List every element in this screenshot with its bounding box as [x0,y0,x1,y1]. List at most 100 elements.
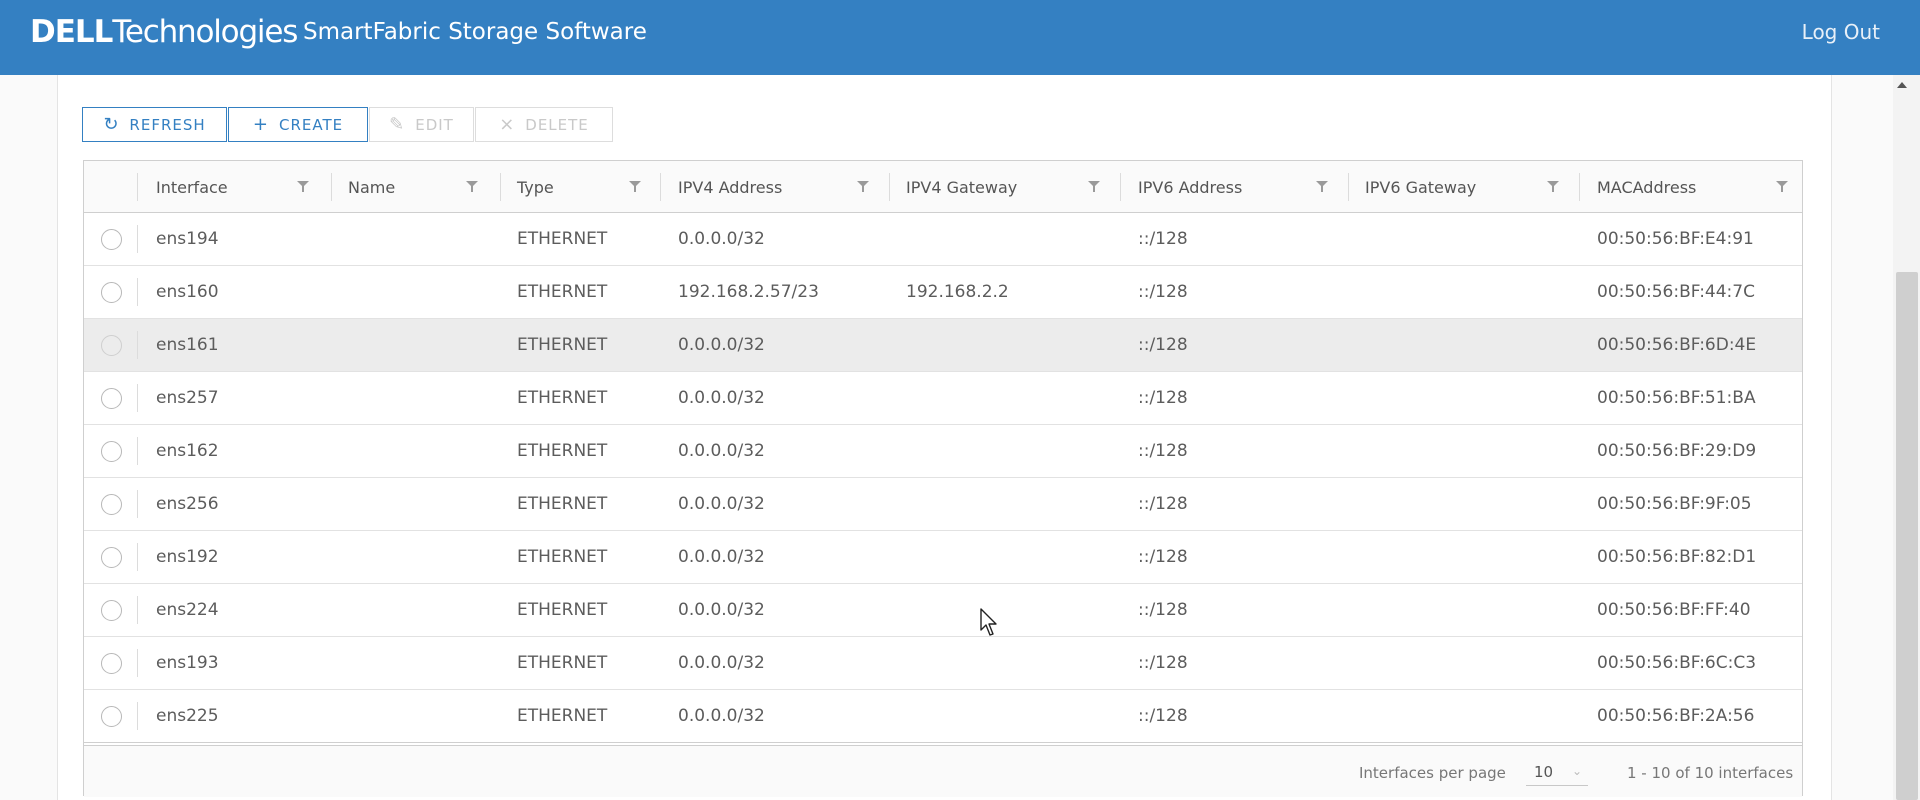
refresh-button[interactable]: ↻ REFRESH [82,107,227,142]
column-header-ipv4-gateway[interactable]: IPV4 Gateway [906,161,1017,213]
row-separator [137,437,138,465]
cell-ipv4-address: 0.0.0.0/32 [678,600,765,620]
per-page-select[interactable]: 10 ⌄ [1526,758,1588,786]
table-row[interactable]: ens256 ETHERNET 0.0.0.0/32 ::/128 00:50:… [84,478,1802,531]
row-select-radio[interactable] [101,706,122,727]
cell-ipv4-address: 0.0.0.0/32 [678,335,765,355]
column-separator[interactable] [331,173,332,201]
cell-type: ETHERNET [517,388,608,408]
cell-interface: ens194 [156,229,219,249]
cell-ipv4-address: 0.0.0.0/32 [678,441,765,461]
column-header-mac-address[interactable]: MACAddress [1597,161,1696,213]
row-select-radio[interactable] [101,600,122,621]
column-header-ipv6-gateway[interactable]: IPV6 Gateway [1365,161,1476,213]
cell-ipv4-address: 0.0.0.0/32 [678,229,765,249]
column-header-ipv6-address[interactable]: IPV6 Address [1138,161,1242,213]
filter-icon[interactable] [465,180,479,194]
filter-icon[interactable] [1087,180,1101,194]
edit-button[interactable]: ✎ EDIT [369,107,474,142]
cell-type: ETHERNET [517,547,608,567]
column-header-type[interactable]: Type [517,161,554,213]
cell-mac-address: 00:50:56:BF:6C:C3 [1597,653,1757,673]
cell-ipv6-address: ::/128 [1138,706,1188,726]
row-select-radio[interactable] [101,229,122,250]
table-row[interactable]: ens192 ETHERNET 0.0.0.0/32 ::/128 00:50:… [84,531,1802,584]
cell-interface: ens224 [156,600,219,620]
table-footer: Interfaces per page 10 ⌄ 1 - 10 of 10 in… [84,745,1802,797]
table-row[interactable]: ens161 ETHERNET 0.0.0.0/32 ::/128 00:50:… [84,319,1802,372]
table-row[interactable]: ens162 ETHERNET 0.0.0.0/32 ::/128 00:50:… [84,425,1802,478]
cell-ipv4-address: 0.0.0.0/32 [678,388,765,408]
column-header-ipv4-address[interactable]: IPV4 Address [678,161,782,213]
row-select-radio[interactable] [101,547,122,568]
filter-icon[interactable] [628,180,642,194]
cell-interface: ens257 [156,388,219,408]
cell-type: ETHERNET [517,441,608,461]
column-separator[interactable] [1579,173,1580,201]
chevron-down-icon: ⌄ [1571,764,1582,778]
column-separator[interactable] [660,173,661,201]
cell-ipv6-address: ::/128 [1138,388,1188,408]
table-header: Interface Name Type IPV4 Address IPV4 Ga… [84,161,1802,213]
table-row[interactable]: ens193 ETHERNET 0.0.0.0/32 ::/128 00:50:… [84,637,1802,690]
cell-type: ETHERNET [517,335,608,355]
refresh-icon: ↻ [103,113,120,135]
table-row[interactable]: ens194 ETHERNET 0.0.0.0/32 ::/128 00:50:… [84,213,1802,266]
cell-ipv6-address: ::/128 [1138,653,1188,673]
cell-type: ETHERNET [517,653,608,673]
per-page-value: 10 [1534,762,1554,781]
column-separator[interactable] [889,173,890,201]
table-row[interactable]: ens257 ETHERNET 0.0.0.0/32 ::/128 00:50:… [84,372,1802,425]
cell-mac-address: 00:50:56:BF:2A:56 [1597,706,1755,726]
cell-ipv4-address: 0.0.0.0/32 [678,653,765,673]
cell-interface: ens192 [156,547,219,567]
log-out-link[interactable]: Log Out [1802,20,1880,44]
cell-type: ETHERNET [517,282,608,302]
delete-button[interactable]: × DELETE [475,107,613,142]
row-select-radio[interactable] [101,335,122,356]
filter-icon[interactable] [296,180,310,194]
table-row[interactable]: ens225 ETHERNET 0.0.0.0/32 ::/128 00:50:… [84,690,1802,743]
cell-mac-address: 00:50:56:BF:82:D1 [1597,547,1757,567]
cell-mac-address: 00:50:56:BF:44:7C [1597,282,1755,302]
column-separator[interactable] [1348,173,1349,201]
cell-ipv4-address: 0.0.0.0/32 [678,494,765,514]
cell-type: ETHERNET [517,494,608,514]
column-separator[interactable] [500,173,501,201]
cell-ipv6-address: ::/128 [1138,547,1188,567]
cell-interface: ens161 [156,335,219,355]
cell-type: ETHERNET [517,706,608,726]
row-select-radio[interactable] [101,653,122,674]
app-title: SmartFabric Storage Software [303,19,647,45]
column-separator[interactable] [1120,173,1121,201]
column-header-name[interactable]: Name [348,161,395,213]
cell-interface: ens193 [156,653,219,673]
row-select-radio[interactable] [101,441,122,462]
cell-interface: ens160 [156,282,219,302]
filter-icon[interactable] [1546,180,1560,194]
row-select-radio[interactable] [101,282,122,303]
scrollbar-thumb[interactable] [1896,272,1918,800]
mouse-cursor-icon [980,608,997,636]
table-row[interactable]: ens224 ETHERNET 0.0.0.0/32 ::/128 00:50:… [84,584,1802,637]
scroll-up-icon[interactable] [1897,82,1907,88]
filter-icon[interactable] [1315,180,1329,194]
pagination-range: 1 - 10 of 10 interfaces [1627,764,1794,782]
row-select-radio[interactable] [101,494,122,515]
plus-icon: + [252,113,269,135]
logo-technologies-text: Technologies [112,14,298,50]
cell-ipv6-address: ::/128 [1138,494,1188,514]
cell-ipv4-address: 0.0.0.0/32 [678,706,765,726]
create-button[interactable]: + CREATE [228,107,368,142]
filter-icon[interactable] [856,180,870,194]
table-row[interactable]: ens160 ETHERNET 192.168.2.57/23 192.168.… [84,266,1802,319]
row-separator [137,490,138,518]
row-separator [137,384,138,412]
cell-mac-address: 00:50:56:BF:E4:91 [1597,229,1754,249]
filter-icon[interactable] [1775,180,1789,194]
per-page-label: Interfaces per page [1359,764,1506,782]
column-header-interface[interactable]: Interface [156,161,228,213]
cell-ipv4-address: 192.168.2.57/23 [678,282,819,302]
row-select-radio[interactable] [101,388,122,409]
row-separator [137,331,138,359]
